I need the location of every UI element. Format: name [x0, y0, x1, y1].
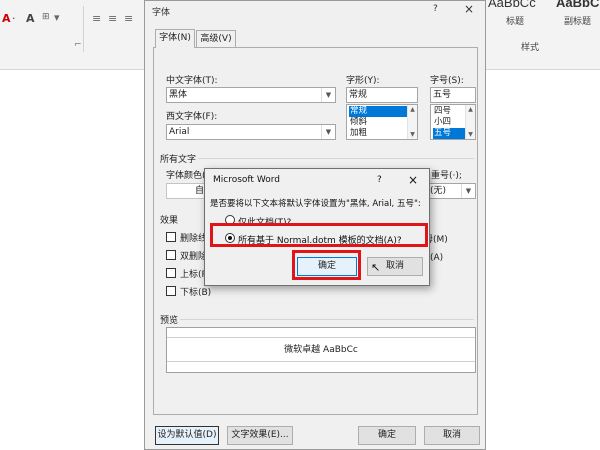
style-title[interactable]: 标题: [506, 14, 524, 27]
scrollbar[interactable]: ▲ ▼: [465, 105, 475, 139]
close-icon[interactable]: ×: [408, 173, 418, 187]
cancel-button[interactable]: 取消: [424, 426, 480, 445]
font-style-label: 字形(Y):: [346, 76, 380, 86]
align-right-icon[interactable]: ≡: [124, 12, 133, 25]
chinese-font-label: 中文字体(T):: [166, 76, 218, 86]
font-dialog-title: 字体: [152, 8, 171, 18]
scroll-up-icon[interactable]: ▲: [466, 105, 475, 114]
font-style-list[interactable]: 常规 倾斜 加粗 ▲ ▼: [346, 104, 418, 140]
text-effects-button[interactable]: 文字效果(E)...: [227, 426, 293, 445]
set-default-button[interactable]: 设为默认值(D): [155, 426, 219, 445]
scroll-down-icon[interactable]: ▼: [466, 130, 475, 139]
strikethrough-checkbox[interactable]: [166, 232, 176, 242]
font-color-label: 字体颜色(: [166, 171, 206, 181]
list-item[interactable]: 五号: [433, 128, 465, 139]
section-divider: [180, 319, 474, 320]
style-preview-heading[interactable]: AaBbCc: [488, 0, 536, 10]
align-center-icon[interactable]: ≡: [108, 12, 117, 25]
help-icon[interactable]: ?: [433, 4, 438, 14]
all-text-section-label: 所有文字: [160, 155, 197, 165]
dropdown-dot: ·: [12, 12, 16, 25]
scroll-down-icon[interactable]: ▼: [408, 130, 417, 139]
char-border-icon[interactable]: ⊞: [42, 12, 50, 22]
preview-section-label: 预览: [160, 316, 179, 326]
confirm-dialog-title: Microsoft Word: [213, 175, 280, 185]
strikethrough-label: 删除线: [180, 234, 208, 244]
font-size-label: 字号(S):: [430, 76, 464, 86]
chevron-down-icon[interactable]: ▼: [461, 184, 475, 198]
list-item[interactable]: 倾斜: [349, 117, 407, 128]
list-item[interactable]: 加粗: [349, 128, 407, 139]
subscript-label: 下标(B): [180, 288, 212, 298]
effects-section-label: 效果: [160, 216, 179, 226]
chinese-font-select[interactable]: 黑体 ▼: [166, 87, 336, 103]
section-divider: [198, 158, 474, 159]
styles-group-label: 样式: [521, 43, 540, 53]
font-size-value: 五号: [433, 90, 452, 100]
ok-button[interactable]: 确定: [358, 426, 416, 445]
cursor-icon: ↖: [371, 261, 381, 274]
western-font-select[interactable]: Arial ▼: [166, 124, 336, 140]
double-strikethrough-checkbox[interactable]: [166, 250, 176, 260]
tab-advanced-label: 高级(V): [200, 34, 232, 44]
preview-box: 微软卓越 AaBbCc: [166, 327, 476, 373]
close-icon[interactable]: ×: [464, 2, 474, 16]
tab-advanced[interactable]: 高级(V): [196, 30, 236, 48]
highlight-box: [292, 250, 361, 280]
help-icon[interactable]: ?: [377, 175, 382, 185]
chinese-font-value: 黑体: [169, 90, 188, 100]
western-font-value: Arial: [169, 127, 190, 137]
emphasis-label: 重号(·);: [431, 171, 462, 181]
list-item[interactable]: 小四: [433, 117, 465, 128]
preview-text: 微软卓越 AaBbCc: [284, 345, 358, 355]
style-subtitle[interactable]: 副标题: [564, 14, 591, 27]
double-strikethrough-label: 双删除: [180, 252, 208, 262]
font-size-input[interactable]: 五号: [430, 87, 476, 103]
font-style-input[interactable]: 常规: [346, 87, 418, 103]
font-size-list[interactable]: 四号 小四 五号 ▲ ▼: [430, 104, 476, 140]
dropdown-arrow-icon[interactable]: ▾: [54, 11, 60, 24]
tab-font-label: 字体(N): [159, 33, 191, 43]
chevron-down-icon[interactable]: ▼: [321, 125, 335, 139]
preview-line: [167, 361, 475, 362]
scrollbar[interactable]: ▲ ▼: [407, 105, 417, 139]
subscript-checkbox[interactable]: [166, 286, 176, 296]
superscript-label: 上标(P: [180, 270, 207, 280]
char-shading-icon[interactable]: A: [26, 12, 35, 25]
preview-line: [167, 337, 475, 338]
emphasis-select[interactable]: (无) ▼: [427, 183, 476, 199]
tab-font[interactable]: 字体(N): [155, 29, 195, 48]
list-item[interactable]: 常规: [349, 106, 407, 117]
scroll-up-icon[interactable]: ▲: [408, 105, 417, 114]
superscript-checkbox[interactable]: [166, 268, 176, 278]
chevron-down-icon[interactable]: ▼: [321, 88, 335, 102]
dialog-launcher-icon[interactable]: ⌐: [74, 40, 82, 50]
font-color-icon[interactable]: A: [2, 12, 11, 25]
list-item[interactable]: 四号: [433, 106, 465, 117]
emphasis-value: (无): [430, 186, 447, 196]
style-preview-subtitle[interactable]: AaBbC: [556, 0, 599, 10]
highlight-box: [210, 223, 428, 247]
align-left-icon[interactable]: ≡: [92, 12, 101, 25]
western-font-label: 西文字体(F):: [166, 112, 218, 122]
group-separator: [83, 6, 84, 52]
font-style-value: 常规: [349, 90, 368, 100]
confirm-message: 是否要将以下文本将默认字体设置为"黑体, Arial, 五号":: [210, 199, 421, 209]
